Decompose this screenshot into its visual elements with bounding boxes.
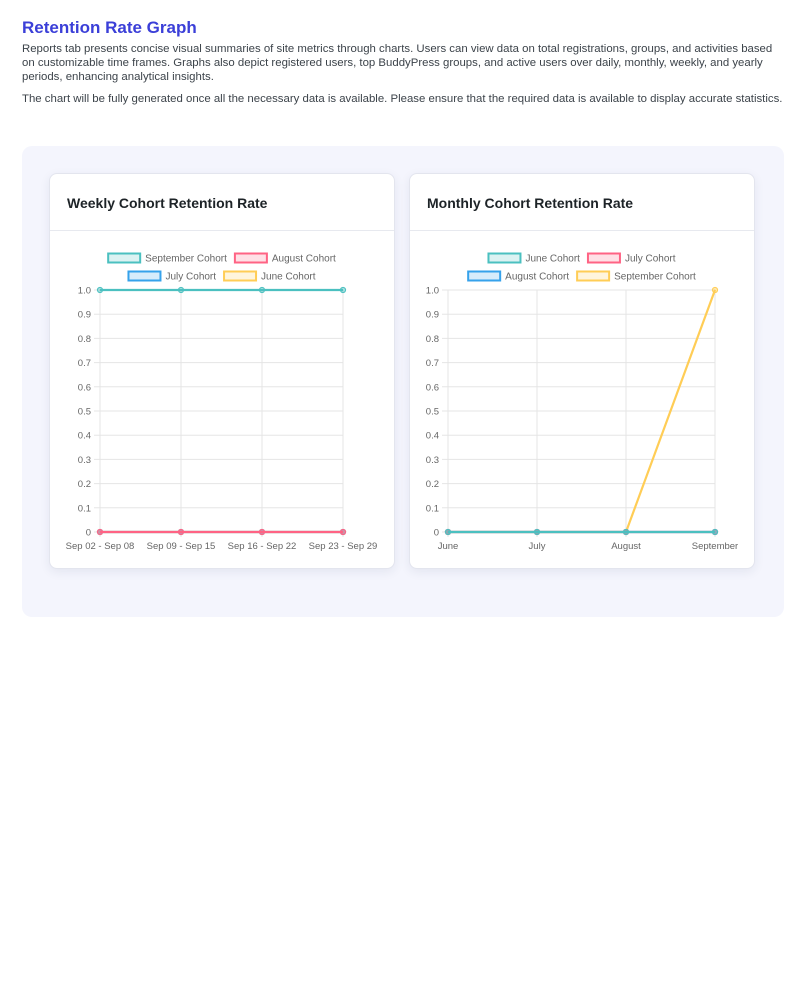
y-tick-label: 0.4 [426, 431, 439, 442]
y-tick-label: 0.5 [426, 407, 439, 418]
legend-swatch [487, 252, 522, 264]
y-tick-label: 0 [86, 528, 91, 539]
legend-swatch [223, 270, 258, 282]
y-tick-label: 0.6 [78, 382, 91, 393]
data-point [177, 286, 185, 294]
y-tick-label: 0 [434, 528, 439, 539]
y-tick-label: 0.8 [78, 334, 91, 345]
legend-label: August Cohort [505, 272, 569, 283]
card-header: Monthly Cohort Retention Rate [410, 174, 754, 231]
data-point [177, 528, 185, 536]
weekly-retention-chart: September Cohort August Cohort July Cohort… [66, 252, 378, 552]
legend-label: July Cohort [625, 254, 676, 265]
y-tick-label: 0.6 [426, 382, 439, 393]
data-point [622, 528, 630, 536]
monthly-chart-title: Monthly Cohort Retention Rate [427, 195, 634, 211]
x-tick-label: Sep 16 - Sep 22 [228, 541, 297, 552]
y-tick-label: 0.2 [78, 479, 91, 490]
y-tick-label: 1.0 [78, 286, 91, 297]
x-tick-label: Sep 02 - Sep 08 [66, 541, 135, 552]
data-point [258, 528, 266, 536]
y-tick-label: 0.8 [426, 334, 439, 345]
page-description: Reports tab presents concise visual summ… [22, 43, 773, 83]
legend-swatch [127, 270, 162, 282]
y-tick-label: 0.1 [426, 503, 439, 514]
x-tick-label: Sep 09 - Sep 15 [147, 541, 216, 552]
charts-panel: Weekly Cohort Retention Rate September C… [22, 146, 784, 617]
x-tick-label: July [529, 541, 546, 552]
legend-swatch [576, 270, 611, 282]
y-tick-label: 0.4 [78, 431, 91, 442]
monthly-retention-chart: June Cohort July Cohort August Cohort Septe… [426, 252, 738, 552]
card-header: Weekly Cohort Retention Rate [50, 174, 394, 231]
legend-swatch [586, 252, 621, 264]
weekly-chart-title: Weekly Cohort Retention Rate [67, 195, 268, 211]
data-point [96, 528, 104, 536]
legend-swatch [233, 252, 268, 264]
data-point [711, 286, 719, 294]
data-point [444, 528, 452, 536]
page-header: Retention Rate Graph Reports tab present… [22, 18, 786, 106]
y-tick-label: 0.9 [78, 310, 91, 321]
y-tick-label: 0.9 [426, 310, 439, 321]
legend-label: September Cohort [614, 272, 696, 283]
data-point [96, 286, 104, 294]
legend-label: September Cohort [145, 254, 227, 265]
legend-swatch [107, 252, 142, 264]
y-tick-label: 0.3 [426, 455, 439, 466]
y-tick-label: 0.7 [78, 358, 91, 369]
legend-label: July Cohort [165, 272, 216, 283]
monthly-retention-card: Monthly Cohort Retention Rate June Cohor… [409, 173, 755, 569]
data-point [339, 528, 347, 536]
weekly-retention-card: Weekly Cohort Retention Rate September C… [49, 173, 395, 569]
data-point [339, 286, 347, 294]
legend-label: August Cohort [272, 254, 336, 265]
y-tick-label: 0.7 [426, 358, 439, 369]
data-notice: The chart will be fully generated once a… [22, 93, 783, 105]
data-point [711, 528, 719, 536]
legend-label: June Cohort [525, 254, 580, 265]
x-tick-label: Sep 23 - Sep 29 [309, 541, 378, 552]
x-tick-label: June [438, 541, 459, 552]
legend-label: June Cohort [261, 272, 316, 283]
x-tick-label: September [692, 541, 738, 552]
page-title: Retention Rate Graph [22, 18, 197, 37]
y-tick-label: 0.2 [426, 479, 439, 490]
y-tick-label: 0.3 [78, 455, 91, 466]
data-point [258, 286, 266, 294]
y-tick-label: 0.5 [78, 407, 91, 418]
legend-swatch [467, 270, 502, 282]
x-tick-label: August [611, 541, 641, 552]
data-point [533, 528, 541, 536]
y-tick-label: 1.0 [426, 286, 439, 297]
y-tick-label: 0.1 [78, 503, 91, 514]
